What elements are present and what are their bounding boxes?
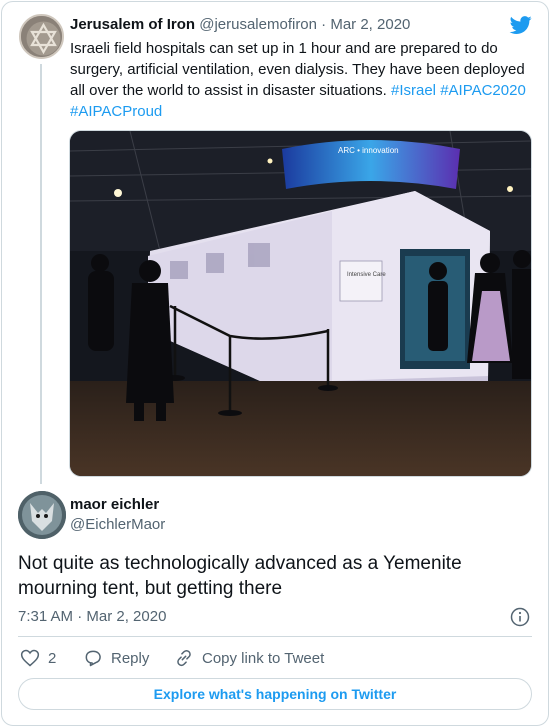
copy-link-button[interactable]: Copy link to Tweet [174, 648, 324, 668]
copy-link-label: Copy link to Tweet [202, 649, 325, 667]
thread-connector-line [40, 64, 42, 484]
quoted-tweet-text: Israeli field hospitals can set up in 1 … [70, 38, 530, 122]
like-count: 2 [48, 649, 57, 667]
reply-author-handle[interactable]: @EichlerMaor [70, 516, 165, 533]
tent-sign-text: Intensive Care [347, 272, 386, 278]
reply-author-name[interactable]: maor eichler [70, 496, 159, 513]
hashtag-aipacproud[interactable]: #AIPACProud [70, 103, 162, 120]
reply-icon [85, 650, 101, 667]
reply-author-avatar[interactable] [18, 491, 66, 539]
info-icon[interactable] [510, 607, 530, 627]
hashtag-aipac2020[interactable]: #AIPAC2020 [440, 82, 526, 99]
quoted-author-name[interactable]: Jerusalem of Iron [70, 16, 195, 33]
tweet-photo[interactable]: ARC • innovation Intensive Care [69, 130, 532, 477]
actions-divider [18, 636, 532, 637]
heart-icon [20, 649, 40, 667]
like-button[interactable]: 2 [20, 648, 56, 668]
quoted-author-avatar[interactable] [19, 14, 64, 59]
quoted-tweet-header: Jerusalem of Iron @jerusalemofiron · Mar… [70, 16, 410, 33]
reply-tweet-text: Not quite as technologically advanced as… [18, 553, 462, 599]
twitter-bird-icon[interactable] [509, 14, 533, 36]
quoted-author-handle[interactable]: @jerusalemofiron [199, 16, 317, 33]
link-icon [177, 649, 191, 667]
field-hospital-image: ARC • innovation Intensive Care [70, 131, 531, 476]
reply-label: Reply [111, 649, 150, 667]
hashtag-israel[interactable]: #Israel [391, 82, 436, 99]
quoted-tweet-date[interactable]: Mar 2, 2020 [330, 16, 410, 33]
reply-tweet-timestamp[interactable]: 7:31 AM · Mar 2, 2020 [18, 608, 166, 625]
explore-twitter-button[interactable]: Explore what's happening on Twitter [18, 678, 532, 710]
reply-button[interactable]: Reply [83, 648, 149, 668]
venue-screen-text: ARC • innovation [338, 146, 399, 155]
separator-dot: · [321, 16, 331, 33]
